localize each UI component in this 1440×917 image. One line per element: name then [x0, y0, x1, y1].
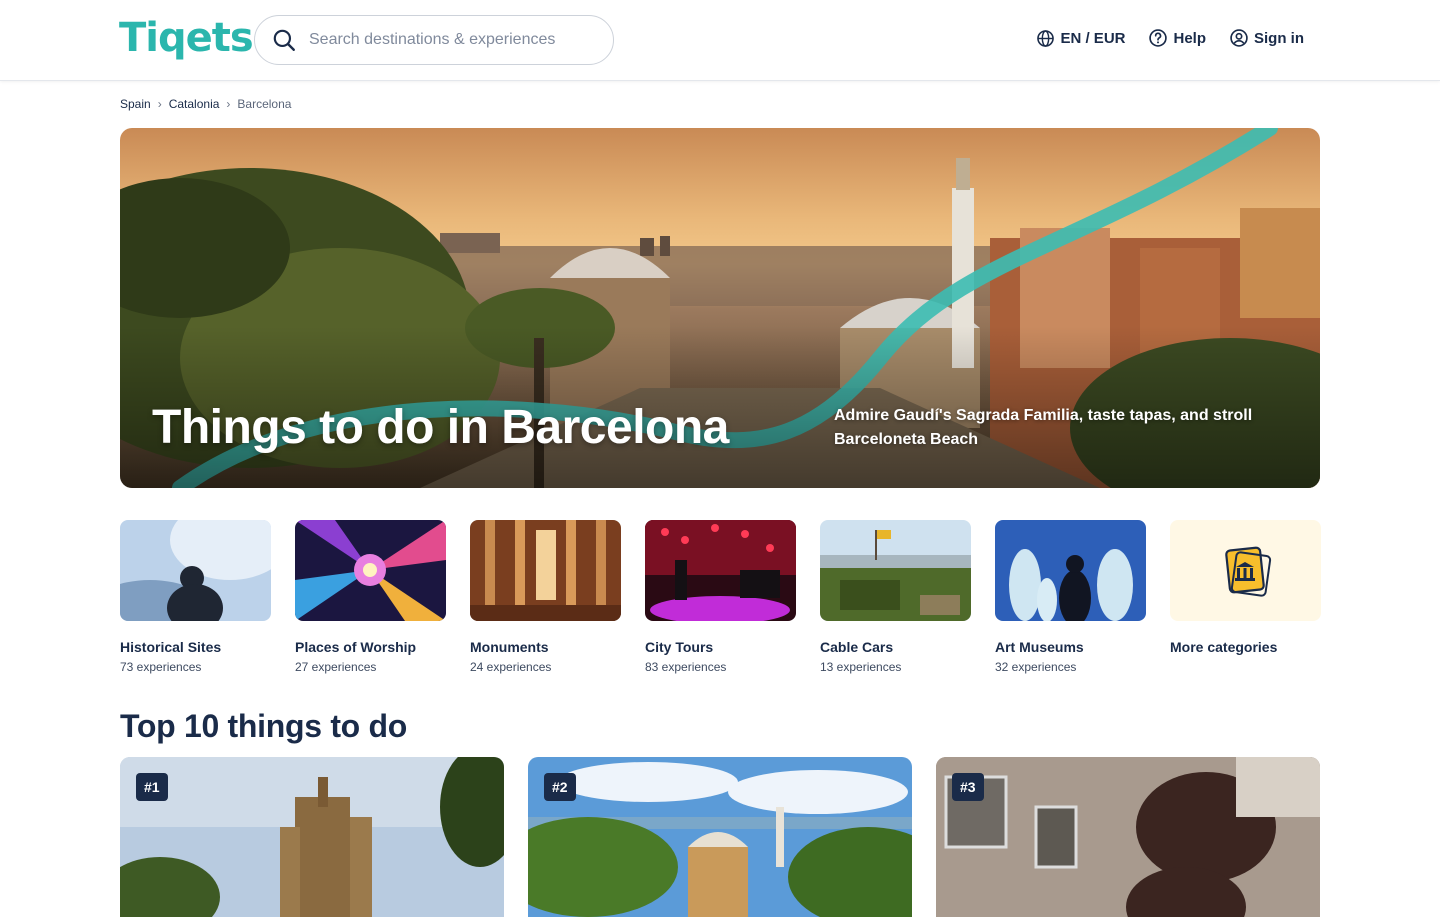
search-input[interactable] [309, 31, 589, 49]
hero-banner: Things to do in Barcelona Admire Gaudí's… [120, 128, 1320, 488]
search-icon [273, 29, 295, 51]
card-image [528, 757, 912, 917]
category-count: 73 experiences [120, 660, 202, 674]
hero-title: Things to do in Barcelona [152, 401, 729, 454]
language-label: EN / EUR [1060, 29, 1126, 47]
top10-card-3[interactable]: #3 [936, 757, 1320, 917]
help-icon [1149, 29, 1168, 47]
category-name: Places of Worship [295, 639, 417, 655]
category-name: Historical Sites [120, 639, 222, 655]
category-list: Historical Sites 73 experiences Places o… [120, 520, 1321, 674]
category-monuments[interactable]: Monuments 24 experiences [470, 520, 621, 674]
breadcrumb-catalonia[interactable]: Catalonia [169, 97, 220, 111]
category-image [645, 520, 796, 621]
chevron-right-icon: › [157, 97, 162, 111]
user-icon [1230, 29, 1248, 47]
rank-badge: #2 [544, 773, 576, 801]
category-image [120, 520, 271, 621]
category-count: 32 experiences [995, 660, 1077, 674]
rank-badge: #3 [952, 773, 984, 801]
help-button[interactable]: Help [1148, 28, 1206, 48]
header-nav: EN / EUR Help Sign in [1036, 28, 1304, 48]
category-more[interactable]: More categories [1170, 520, 1321, 674]
category-name: Art Museums [995, 639, 1084, 655]
category-cable-cars[interactable]: Cable Cars 13 experiences [820, 520, 971, 674]
sign-in-button[interactable]: Sign in [1229, 28, 1304, 48]
category-count: 24 experiences [470, 660, 552, 674]
category-image [470, 520, 621, 621]
category-count: 13 experiences [820, 660, 902, 674]
category-image [1170, 520, 1321, 621]
breadcrumb: Spain › Catalonia › Barcelona [120, 97, 291, 111]
card-image [936, 757, 1320, 917]
section-title-top10: Top 10 things to do [120, 708, 408, 744]
globe-icon [1037, 29, 1055, 47]
top10-card-2[interactable]: #2 [528, 757, 912, 917]
category-historical-sites[interactable]: Historical Sites 73 experiences [120, 520, 271, 674]
category-art-museums[interactable]: Art Museums 32 experiences [995, 520, 1146, 674]
category-name: More categories [1170, 639, 1278, 655]
site-header: Tiqets EN / EUR Help [0, 0, 1440, 81]
tiqets-logo[interactable]: Tiqets [119, 14, 254, 62]
breadcrumb-barcelona: Barcelona [237, 97, 292, 111]
category-city-tours[interactable]: City Tours 83 experiences [645, 520, 796, 674]
category-name: City Tours [645, 639, 714, 655]
category-image [995, 520, 1146, 621]
category-count: 83 experiences [645, 660, 727, 674]
category-places-of-worship[interactable]: Places of Worship 27 experiences [295, 520, 446, 674]
hero-subtitle: Admire Gaudí's Sagrada Familia, taste ta… [834, 407, 1253, 448]
search-bar[interactable] [254, 15, 614, 65]
language-currency-button[interactable]: EN / EUR [1036, 29, 1125, 48]
category-name: Cable Cars [820, 639, 894, 655]
sign-in-label: Sign in [1254, 29, 1304, 47]
help-label: Help [1173, 29, 1206, 47]
card-image [120, 757, 504, 917]
top10-card-list: #1 #2 #3 [120, 757, 1320, 917]
category-image [820, 520, 971, 621]
breadcrumb-spain[interactable]: Spain [120, 97, 151, 111]
ticket-museum-icon [1225, 546, 1272, 597]
category-image [295, 520, 446, 621]
top10-card-1[interactable]: #1 [120, 757, 504, 917]
chevron-right-icon: › [226, 97, 231, 111]
category-count: 27 experiences [295, 660, 377, 674]
category-name: Monuments [470, 639, 549, 655]
rank-badge: #1 [136, 773, 168, 801]
